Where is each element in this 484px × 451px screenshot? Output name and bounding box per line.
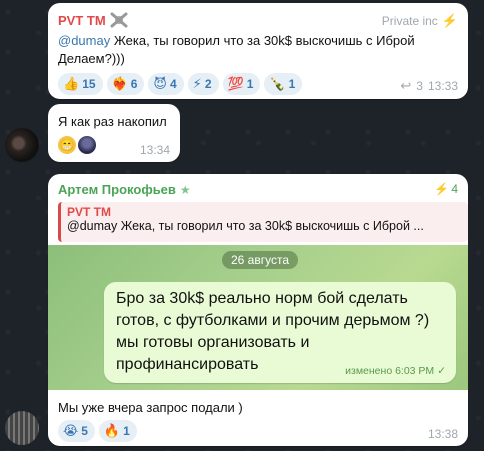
lightning-icon: ⚡: [441, 13, 458, 28]
message-text: @dumay Жека, ты говорил что за 30k$ выск…: [58, 32, 463, 68]
reply-quote[interactable]: PVT TM @dumay Жека, ты говорил что за 30…: [58, 202, 468, 242]
date-chip: 26 августа: [222, 251, 299, 269]
message-text: Я как раз накопил: [58, 114, 167, 129]
message-text-line1: Жека, ты говорил что за 30k$ выскочишь с…: [110, 33, 415, 48]
avatar[interactable]: [5, 411, 39, 445]
message-bubble-2[interactable]: Я как раз накопил 😁 13:34: [48, 104, 180, 162]
reaction-thumbs-up[interactable]: 👍 15: [58, 73, 103, 95]
star-icon: ★: [179, 182, 191, 197]
user-avatar-mini[interactable]: [78, 136, 96, 154]
reaction-heart-fire[interactable]: ❤️‍🔥 6: [106, 73, 145, 95]
reactions-row: 😁: [58, 136, 96, 154]
message-bubble-3[interactable]: Артем Прокофьев ★ ⚡ 4 PVT TM @dumay Жека…: [48, 174, 468, 446]
sender-name[interactable]: Артем Прокофьев: [58, 182, 176, 197]
sender-name[interactable]: PVT TM: [58, 13, 106, 28]
message-bubble-1[interactable]: PVT TM Private inc ⚡ @dumay Жека, ты гов…: [48, 3, 468, 99]
message-time: 13:38: [427, 427, 458, 441]
reactions-row: 👍 15 ❤️‍🔥 6 😈 4 ⚡ 2 💯 1 🍾 1: [58, 73, 306, 95]
embedded-image[interactable]: 26 августа Бро за 30k$ реально норм бой …: [48, 245, 468, 390]
message-text-line2: Делаем?))): [58, 51, 125, 66]
inner-message-bubble: Бро за 30k$ реально норм бой сделать гот…: [104, 282, 456, 383]
quote-sender: PVT TM: [67, 205, 111, 219]
reaction-champagne[interactable]: 🍾 1: [264, 73, 303, 95]
checkmark-icon: ✓: [437, 365, 446, 377]
admin-title: Private inc: [381, 14, 438, 28]
boost-count: 4: [451, 182, 458, 196]
boost-icon: ⚡: [434, 182, 450, 196]
message-caption: Мы уже вчера запрос подали ): [58, 400, 243, 415]
reaction-crying[interactable]: 😭 5: [58, 420, 95, 442]
grin-emoji-icon[interactable]: 😁: [58, 136, 76, 154]
reply-count: 3: [416, 79, 423, 93]
reply-arrow-icon[interactable]: ↩: [400, 78, 411, 94]
quote-text: @dumay Жека, ты говорил что за 30k$ выск…: [67, 219, 424, 233]
inner-message-text: Бро за 30k$ реально норм бой сделать гот…: [116, 290, 430, 373]
message-time: 13:33: [427, 79, 458, 93]
reaction-devil[interactable]: 😈 4: [148, 73, 184, 95]
reaction-lightning[interactable]: ⚡ 2: [187, 73, 219, 95]
avatar[interactable]: [5, 128, 39, 162]
message-time: 13:34: [139, 143, 170, 157]
reaction-hundred[interactable]: 💯 1: [222, 73, 261, 95]
sender-badge-icon: [110, 12, 128, 28]
mention-link[interactable]: @dumay: [58, 33, 110, 48]
inner-message-meta: изменено 6:03 PM: [345, 365, 435, 377]
reactions-row: 😭 5 🔥 1: [58, 420, 141, 442]
reaction-fire[interactable]: 🔥 1: [98, 420, 137, 442]
